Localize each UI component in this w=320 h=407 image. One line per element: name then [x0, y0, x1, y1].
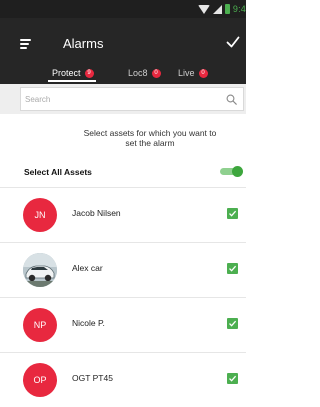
status-time: 9:4: [232, 4, 246, 14]
toggle-knob: [232, 166, 243, 177]
tab-label: Loc8: [128, 68, 148, 78]
count-badge: 9: [84, 68, 94, 78]
menu-icon[interactable]: [20, 39, 33, 49]
asset-checkbox[interactable]: [227, 373, 238, 384]
search-bar: [0, 84, 246, 114]
app-bar: Alarms Protect 9 Loc8 0 Live 0: [0, 18, 246, 84]
instruction-text: Select assets for which you want to set …: [83, 128, 217, 148]
asset-row[interactable]: OP OGT PT45: [0, 353, 246, 407]
wifi-icon: [197, 4, 210, 14]
search-input[interactable]: [21, 88, 211, 110]
asset-name: OGT PT45: [72, 373, 113, 383]
status-icons: 9:4: [197, 3, 246, 15]
asset-checkbox[interactable]: [227, 263, 238, 274]
tab-live[interactable]: Live 0: [178, 62, 208, 84]
tab-bar: Protect 9 Loc8 0 Live 0: [0, 62, 246, 84]
asset-name: Jacob Nilsen: [72, 208, 121, 218]
signal-icon: [212, 4, 222, 14]
asset-checkbox[interactable]: [227, 318, 238, 329]
tab-label: Live: [178, 68, 195, 78]
tab-label: Protect: [52, 68, 81, 78]
tab-loc8[interactable]: Loc8 0: [128, 62, 161, 84]
battery-icon: [224, 4, 230, 14]
select-all-label: Select All Assets: [24, 167, 92, 177]
car-photo: [23, 253, 57, 287]
check-icon: [229, 320, 237, 327]
search-box: [20, 87, 244, 111]
avatar: OP: [23, 363, 57, 397]
asset-row[interactable]: Alex car: [0, 243, 246, 297]
status-bar: 9:4: [0, 0, 246, 18]
avatar: NP: [23, 308, 57, 342]
select-all-toggle[interactable]: [220, 166, 243, 177]
asset-row[interactable]: JN Jacob Nilsen: [0, 188, 246, 242]
page-title: Alarms: [63, 36, 104, 51]
asset-name: Alex car: [72, 263, 103, 273]
avatar: JN: [23, 198, 57, 232]
count-badge: 0: [151, 68, 161, 78]
count-badge: 0: [198, 68, 208, 78]
active-tab-indicator: [48, 80, 96, 82]
asset-row[interactable]: NP Nicole P.: [0, 298, 246, 352]
asset-checkbox[interactable]: [227, 208, 238, 219]
asset-name: Nicole P.: [72, 318, 105, 328]
check-icon: [229, 375, 237, 382]
check-icon: [229, 265, 237, 272]
check-icon: [229, 210, 237, 217]
confirm-check-icon[interactable]: [226, 35, 240, 49]
avatar: [23, 253, 57, 287]
search-icon[interactable]: [226, 94, 237, 105]
